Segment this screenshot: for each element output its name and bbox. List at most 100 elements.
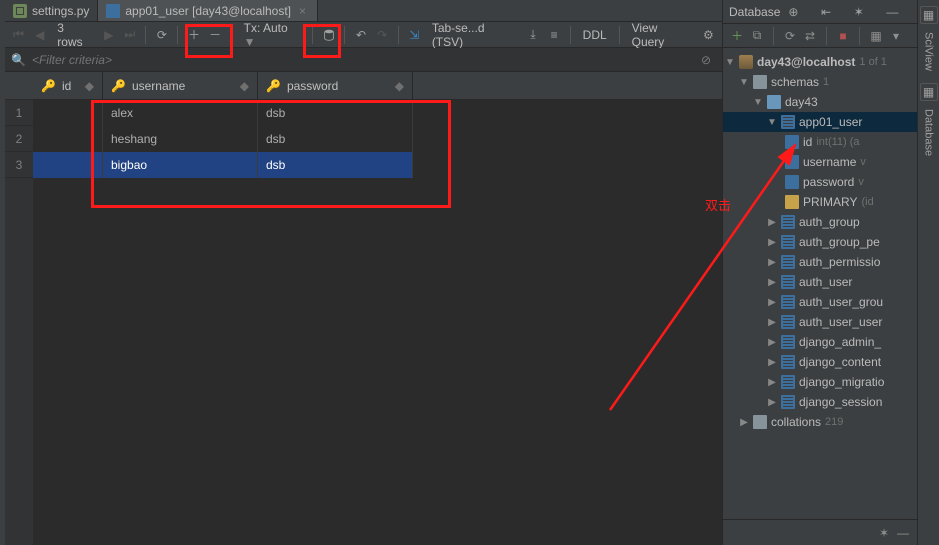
last-page-icon[interactable]: ⏭ — [120, 25, 139, 45]
column-header-password[interactable]: 🔑 password ◆ — [258, 72, 413, 99]
ddl-button[interactable]: DDL — [577, 28, 613, 42]
datasource-node[interactable]: ▼ day43@localhost 1 of 1 — [723, 52, 917, 72]
table-node[interactable]: ▶auth_group_pe — [723, 232, 917, 252]
revert-icon[interactable]: ↶ — [351, 25, 370, 45]
expand-icon[interactable]: ▶ — [767, 217, 777, 228]
first-page-icon[interactable]: ⏮ — [9, 25, 28, 45]
expand-icon[interactable]: ▼ — [767, 117, 777, 128]
import-icon[interactable]: ≡ — [545, 25, 564, 45]
table-node[interactable]: ▶auth_permissio — [723, 252, 917, 272]
sync-icon[interactable]: ⇄ — [802, 28, 818, 44]
settings-icon[interactable]: ⚙ — [699, 25, 718, 45]
table-view-icon[interactable]: ▦ — [868, 28, 884, 44]
collations-node[interactable]: ▶ collations 219 — [723, 412, 917, 432]
refresh-icon[interactable]: ⟳ — [782, 28, 798, 44]
cell-password[interactable]: dsb — [258, 152, 413, 178]
table-node[interactable]: ▶auth_user_grou — [723, 292, 917, 312]
right-tool-strip: ▦ SciView ▦ Database — [917, 0, 939, 545]
hide-icon[interactable]: — — [897, 526, 909, 540]
table-node[interactable]: ▶django_admin_ — [723, 332, 917, 352]
export-icon[interactable]: ⤓ — [523, 25, 542, 45]
next-page-icon[interactable]: ▶ — [99, 25, 118, 45]
cell-username[interactable]: bigbao — [103, 152, 258, 178]
column-node[interactable]: PRIMARY (id — [723, 192, 917, 212]
expand-icon[interactable]: ▶ — [767, 397, 777, 408]
sort-icon[interactable]: ◆ — [240, 79, 249, 93]
row-number[interactable]: 3 — [5, 152, 33, 178]
view-query-button[interactable]: View Query — [626, 21, 697, 49]
commit-icon[interactable] — [319, 25, 338, 45]
pin-icon[interactable]: ⇲ — [405, 25, 424, 45]
column-node[interactable]: password v — [723, 172, 917, 192]
close-icon[interactable]: × — [296, 4, 309, 18]
redo-icon[interactable]: ↷ — [373, 25, 392, 45]
expand-icon[interactable]: ▼ — [725, 57, 735, 68]
sort-icon[interactable]: ◆ — [395, 79, 404, 93]
duplicate-icon[interactable]: ⧉ — [749, 28, 765, 44]
expand-icon[interactable]: ▶ — [767, 337, 777, 348]
expand-icon[interactable]: ▶ — [739, 417, 749, 428]
add-datasource-icon[interactable]: ＋ — [729, 28, 745, 44]
cell-id[interactable] — [33, 126, 103, 152]
row-number[interactable]: 1 — [5, 100, 33, 126]
table-row[interactable]: bigbao dsb — [33, 152, 722, 178]
gear-icon[interactable]: ✶ — [852, 5, 879, 19]
table-node[interactable]: ▶django_migratio — [723, 372, 917, 392]
expand-icon[interactable]: ▶ — [767, 257, 777, 268]
sort-icon[interactable]: ◆ — [85, 79, 94, 93]
row-number[interactable]: 2 — [5, 126, 33, 152]
expand-icon[interactable]: ▶ — [767, 237, 777, 248]
filter-input[interactable] — [32, 53, 690, 67]
tab-settings[interactable]: settings.py — [5, 0, 98, 21]
more-icon[interactable]: ▾ — [888, 28, 904, 44]
table-node[interactable]: ▶auth_group — [723, 212, 917, 232]
stop-icon[interactable]: ■ — [835, 28, 851, 44]
clear-filter-icon[interactable]: ⊘ — [696, 53, 716, 67]
cell-password[interactable]: dsb — [258, 100, 413, 126]
cell-username[interactable]: heshang — [103, 126, 258, 152]
output-format[interactable]: Tab-se...d (TSV) — [426, 21, 522, 49]
column-node[interactable]: username v — [723, 152, 917, 172]
expand-icon[interactable]: ▶ — [767, 377, 777, 388]
table-node[interactable]: ▶django_content — [723, 352, 917, 372]
sciview-tab[interactable]: SciView — [923, 32, 935, 71]
cell-password[interactable]: dsb — [258, 126, 413, 152]
expand-icon[interactable]: ▶ — [767, 357, 777, 368]
table-icon — [781, 315, 795, 329]
cell-username[interactable]: alex — [103, 100, 258, 126]
target-icon[interactable]: ⊕ — [786, 5, 813, 19]
column-header-id[interactable]: 🔑 id ◆ — [33, 72, 103, 99]
database-tree: ▼ day43@localhost 1 of 1 ▼ schemas 1 ▼ d… — [723, 48, 917, 519]
table-node[interactable]: ▶auth_user — [723, 272, 917, 292]
cell-id[interactable] — [33, 100, 103, 126]
table-icon — [781, 115, 795, 129]
expand-icon[interactable]: ▶ — [767, 297, 777, 308]
expand-icon[interactable]: ▶ — [767, 317, 777, 328]
collapse-icon[interactable]: ⇤ — [819, 5, 846, 19]
gear-icon[interactable]: ✶ — [879, 526, 889, 540]
column-node[interactable]: id int(11) (a — [723, 132, 917, 152]
schema-node[interactable]: ▼ day43 — [723, 92, 917, 112]
refresh-icon[interactable]: ⟳ — [152, 25, 171, 45]
expand-icon[interactable]: ▶ — [767, 277, 777, 288]
table-row[interactable]: heshang dsb — [33, 126, 722, 152]
strip-button[interactable]: ▦ — [920, 83, 938, 101]
database-tab[interactable]: Database — [923, 109, 935, 156]
table-row[interactable]: alex dsb — [33, 100, 722, 126]
add-row-button[interactable]: ＋ — [184, 25, 203, 45]
schemas-node[interactable]: ▼ schemas 1 — [723, 72, 917, 92]
prev-page-icon[interactable]: ◀ — [30, 25, 49, 45]
expand-icon[interactable]: ▼ — [739, 77, 749, 88]
table-node-app01-user[interactable]: ▼ app01_user — [723, 112, 917, 132]
hide-icon[interactable]: — — [884, 5, 911, 19]
strip-button[interactable]: ▦ — [920, 6, 938, 24]
expand-icon[interactable]: ▼ — [753, 97, 763, 108]
column-header-username[interactable]: 🔑 username ◆ — [103, 72, 258, 99]
table-node[interactable]: ▶auth_user_user — [723, 312, 917, 332]
table-node[interactable]: ▶django_session — [723, 392, 917, 412]
tx-mode[interactable]: Tx: Auto ▼ — [238, 21, 307, 49]
tab-app01-user[interactable]: app01_user [day43@localhost] × — [98, 0, 318, 21]
remove-row-button[interactable]: － — [206, 25, 225, 45]
cell-id[interactable] — [33, 152, 103, 178]
table-icon — [781, 275, 795, 289]
